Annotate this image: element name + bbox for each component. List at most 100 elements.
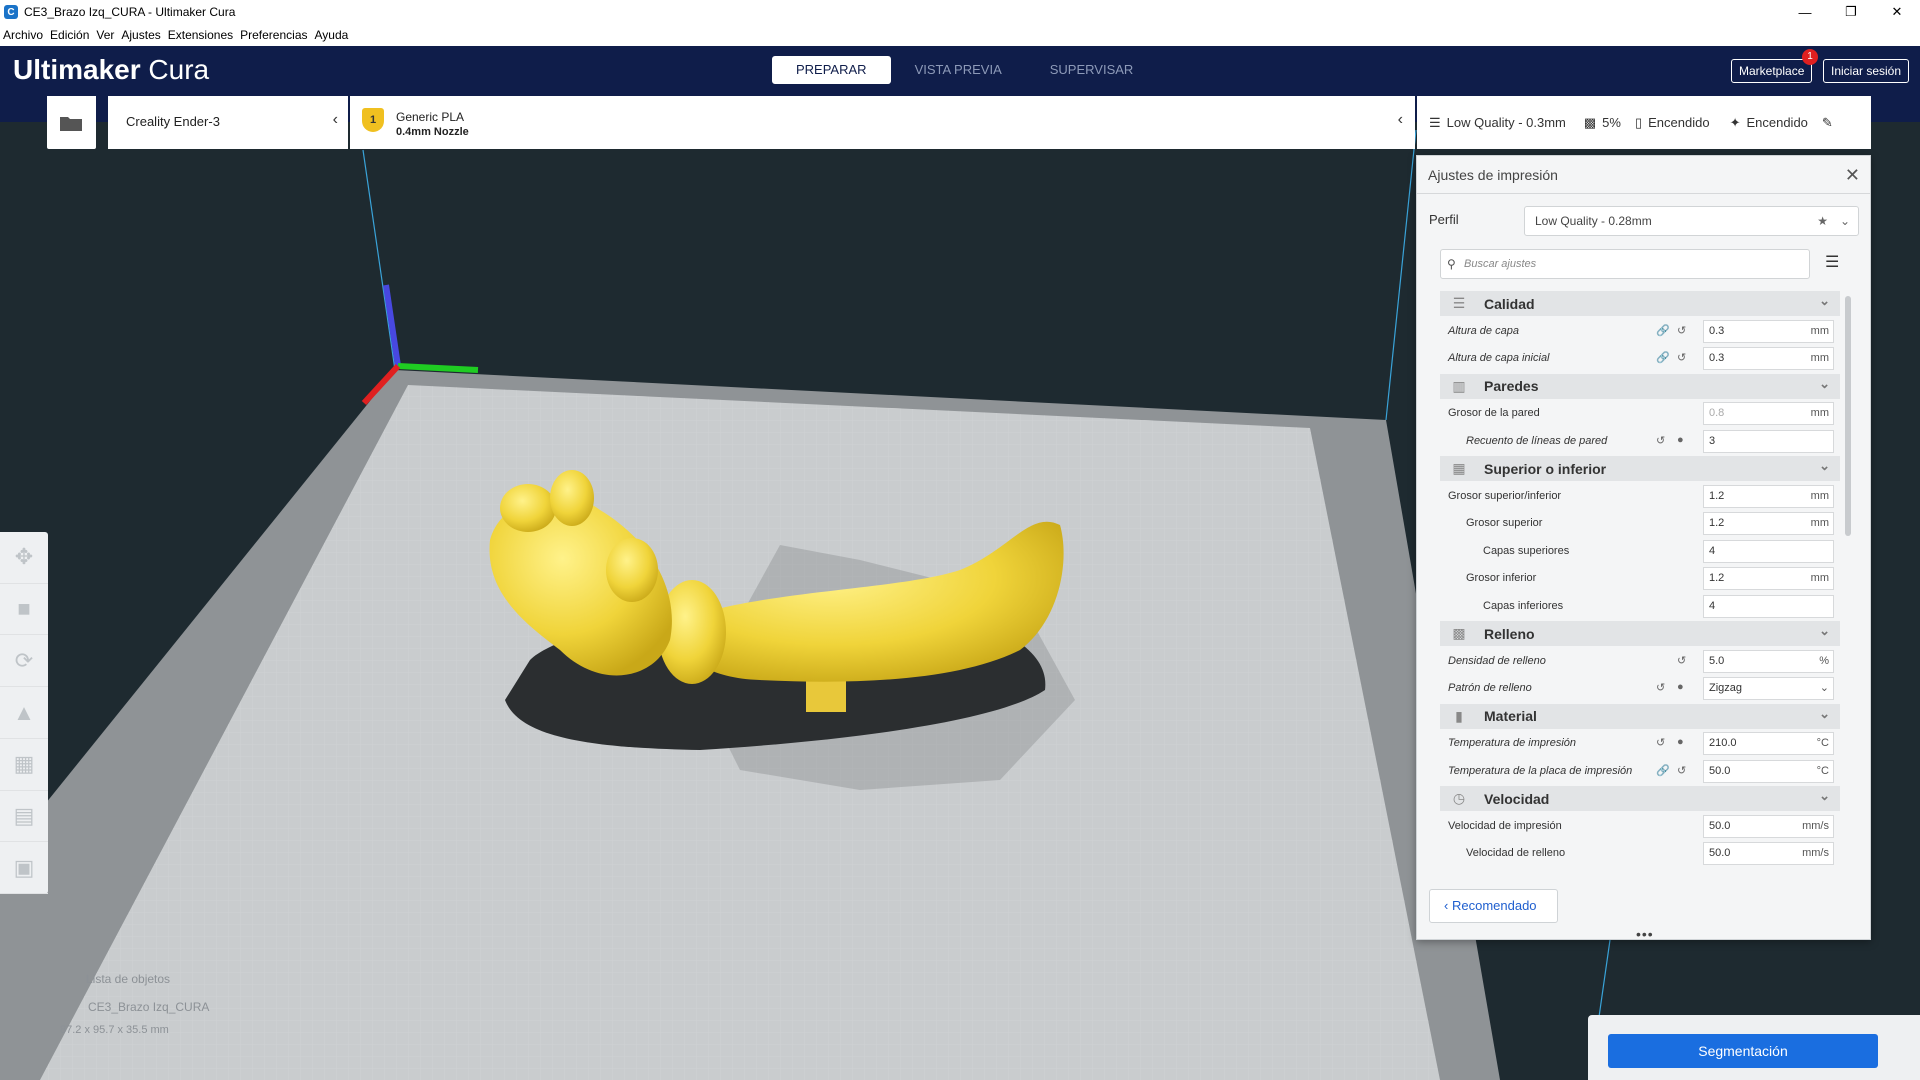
lay-flat-icon[interactable]: ▣ — [0, 842, 48, 895]
move-tool-icon[interactable]: ✥ — [0, 532, 48, 584]
tab-vista-previa[interactable]: VISTA PREVIA — [891, 56, 1026, 84]
setting-field[interactable]: 0.3 mm — [1703, 347, 1834, 370]
marketplace-button[interactable]: Marketplace — [1731, 59, 1813, 83]
search-settings-input[interactable]: ⚲ Buscar ajustes — [1440, 249, 1810, 279]
info-icon[interactable]: ● — [1677, 434, 1684, 446]
material-name: Generic PLA — [396, 110, 465, 124]
model-thumb — [606, 538, 658, 602]
tab-preparar[interactable]: PREPARAR — [772, 56, 891, 84]
resize-handle-icon[interactable]: ••• — [1636, 926, 1654, 942]
open-file-button[interactable] — [47, 96, 96, 149]
setting-field[interactable]: 4 — [1703, 594, 1834, 618]
close-panel-icon[interactable]: ✕ — [1845, 156, 1860, 194]
reset-icon[interactable]: ↺ — [1677, 324, 1686, 337]
support-label: Encendido — [1648, 115, 1710, 130]
minimize-icon[interactable]: — — [1782, 0, 1828, 24]
link-icon[interactable]: 🔗 — [1656, 324, 1670, 337]
setting-field[interactable]: 50.0 mm/s — [1703, 814, 1834, 838]
setting-field[interactable]: 50.0 °C — [1703, 759, 1834, 783]
setting-value: 1.2 — [1709, 517, 1725, 529]
menu-bar: Archivo Edición Ver Ajustes Extensiones … — [0, 24, 1920, 46]
reset-icon[interactable]: ↺ — [1656, 736, 1665, 749]
setting-field[interactable]: 0.8 mm — [1703, 402, 1834, 425]
reset-icon[interactable]: ↺ — [1656, 681, 1665, 694]
reset-icon[interactable]: ↺ — [1677, 764, 1686, 777]
info-icon[interactable]: ● — [1677, 736, 1684, 748]
setting-row: Altura de capa inicial 🔗 ↺ 0.3 mm — [1440, 346, 1840, 371]
setting-field[interactable]: 1.2 mm — [1703, 512, 1834, 535]
material-selector[interactable]: 1 Generic PLA 0.4mm Nozzle ‹ — [350, 96, 1415, 149]
category-label: Superior o inferior — [1484, 460, 1607, 477]
reset-icon[interactable]: ↺ — [1677, 351, 1686, 364]
setting-unit: mm — [1810, 517, 1829, 529]
menu-edicion[interactable]: Edición — [50, 28, 89, 42]
menu-ajustes[interactable]: Ajustes — [121, 28, 160, 42]
profile-label: Perfil — [1429, 212, 1459, 227]
settings-menu-icon[interactable]: ☰ — [1825, 252, 1839, 272]
setting-field[interactable]: 1.2 mm — [1703, 567, 1834, 590]
reset-icon[interactable]: ↺ — [1677, 654, 1686, 667]
settings-scrollbar[interactable] — [1845, 296, 1851, 536]
setting-field[interactable]: 3 — [1703, 429, 1834, 453]
setting-label: Grosor superior — [1466, 517, 1543, 529]
logo-bold: Ultimaker — [13, 54, 141, 85]
object-list-header[interactable]: Lista de objetos — [60, 972, 209, 986]
recommended-button[interactable]: ‹ Recomendado — [1429, 889, 1558, 923]
mirror-tool-icon[interactable]: ▲ — [0, 687, 48, 739]
machine-selector[interactable]: Creality Ender-3 ‹ — [108, 96, 348, 149]
print-setup-selector[interactable]: ☰ Low Quality - 0.3mm ▩ 5% ▯ Encendido ✦… — [1417, 96, 1871, 149]
walls-icon: ▥ — [1452, 377, 1466, 394]
setting-field[interactable]: 1.2 mm — [1703, 484, 1834, 508]
profile-dropdown[interactable]: Low Quality - 0.28mm ★ ⌄ — [1524, 206, 1859, 236]
adhesion-icon: ✦ — [1729, 114, 1741, 130]
menu-ver[interactable]: Ver — [96, 28, 114, 42]
info-icon[interactable]: ● — [1677, 681, 1684, 693]
setting-unit: °C — [1816, 764, 1829, 777]
stage-tabs: PREPARAR VISTA PREVIA SUPERVISAR — [772, 56, 1157, 84]
slice-button[interactable]: Segmentación — [1608, 1034, 1878, 1068]
setting-field[interactable]: 0.3 mm — [1703, 319, 1834, 343]
edit-pencil-icon[interactable]: ✎ — [1822, 115, 1833, 131]
support-blocker-icon[interactable]: ▤ — [0, 791, 48, 843]
print-profile-label: Low Quality - 0.3mm — [1446, 115, 1566, 130]
tab-supervisar[interactable]: SUPERVISAR — [1026, 56, 1158, 84]
setting-unit: mm — [1810, 572, 1829, 584]
setting-value: 0.3 — [1709, 324, 1725, 337]
login-button[interactable]: Iniciar sesión — [1823, 59, 1910, 83]
speed-icon: ◷ — [1452, 790, 1466, 806]
menu-archivo[interactable]: Archivo — [3, 28, 43, 42]
setting-field[interactable]: 210.0 °C — [1703, 732, 1834, 755]
setting-field[interactable]: 50.0 mm/s — [1703, 842, 1834, 865]
category-material[interactable]: ▮ Material ⌄ — [1440, 703, 1840, 729]
chevron-left-icon: ‹ — [1397, 111, 1403, 128]
folder-icon — [59, 116, 82, 131]
category-relleno[interactable]: ▩ Relleno ⌄ — [1440, 621, 1840, 646]
chevron-down-icon: ⌄ — [1839, 214, 1850, 228]
category-superior-inferior[interactable]: ▦ Superior o inferior ⌄ — [1440, 456, 1840, 481]
setting-value: 50.0 — [1709, 819, 1731, 832]
scale-tool-icon[interactable]: ■ — [0, 584, 48, 636]
setting-row: Densidad de relleno ↺ 5.0% — [1440, 649, 1840, 674]
logo-light: Cura — [148, 54, 210, 85]
menu-preferencias[interactable]: Preferencias — [240, 28, 307, 42]
close-window-icon[interactable]: ✕ — [1874, 0, 1920, 24]
rotate-tool-icon[interactable]: ⟳ — [0, 635, 48, 688]
setting-field[interactable]: 4 — [1703, 539, 1834, 563]
restore-icon[interactable]: ❐ — [1828, 0, 1874, 24]
object-list-item[interactable]: CE3_Brazo Izq_CURA — [60, 1000, 209, 1014]
menu-extensiones[interactable]: Extensiones — [168, 28, 233, 42]
category-paredes[interactable]: ▥ Paredes ⌄ — [1440, 373, 1840, 399]
menu-ayuda[interactable]: Ayuda — [315, 28, 349, 42]
category-velocidad[interactable]: ◷ Velocidad ⌄ — [1440, 786, 1840, 811]
category-calidad[interactable]: ☰ Calidad ⌄ — [1440, 291, 1840, 316]
adhesion-label: Encendido — [1746, 115, 1808, 130]
link-icon[interactable]: 🔗 — [1656, 351, 1670, 364]
per-model-settings-icon[interactable]: ▦ — [0, 739, 48, 791]
link-icon[interactable]: 🔗 — [1656, 764, 1670, 777]
infill-pattern-select[interactable]: Zigzag ⌄ — [1703, 677, 1834, 700]
panel-title: Ajustes de impresión ✕ — [1417, 156, 1870, 194]
setting-field[interactable]: 5.0% — [1703, 649, 1834, 673]
reset-icon[interactable]: ↺ — [1656, 434, 1665, 447]
setting-value: Zigzag — [1709, 682, 1743, 694]
star-icon[interactable]: ★ — [1817, 207, 1828, 235]
